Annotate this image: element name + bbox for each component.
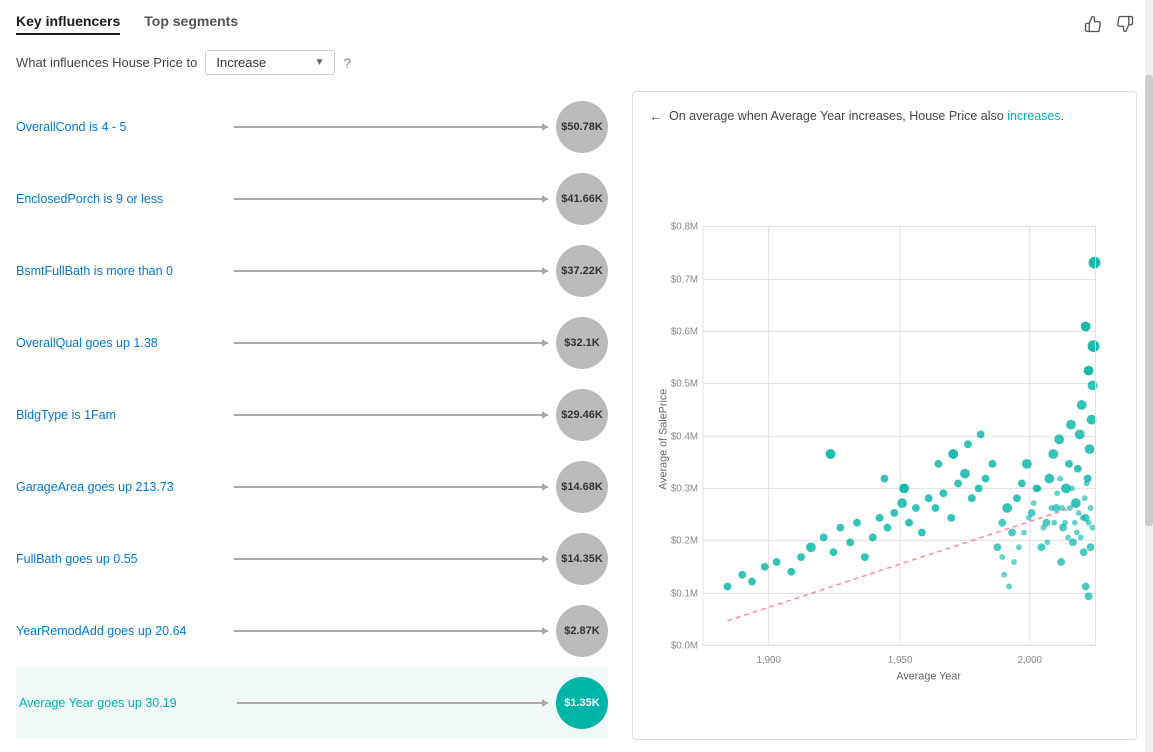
influencer-item-9[interactable]: Average Year goes up 30.19 $1.35K (16, 667, 608, 739)
svg-text:1,900: 1,900 (756, 655, 781, 666)
influencer-item-4[interactable]: OverallQual goes up 1.38 $32.1K (16, 307, 608, 379)
increase-dropdown[interactable]: Increase ▼ (205, 50, 335, 75)
influencer-label-6: GarageArea goes up 213.73 (16, 480, 226, 494)
influencer-item-6[interactable]: GarageArea goes up 213.73 $14.68K (16, 451, 608, 523)
bar-line-3 (234, 270, 548, 272)
influencer-item-1[interactable]: OverallCond is 4 - 5 $50.78K (16, 91, 608, 163)
bar-line-4 (234, 342, 548, 344)
value-badge-8: $2.87K (556, 605, 608, 657)
subtitle-row: What influences House Price to Increase … (16, 50, 1137, 75)
thumbs-down-icon[interactable] (1113, 12, 1137, 36)
svg-text:$0.2M: $0.2M (671, 535, 698, 546)
main-content: OverallCond is 4 - 5 $50.78K EnclosedPorch… (16, 91, 1137, 740)
value-badge-9: $1.35K (556, 677, 608, 729)
bar-line-1 (234, 126, 548, 128)
influencer-item-8[interactable]: YearRemodAdd goes up 20.64 $2.87K (16, 595, 608, 667)
svg-text:$0.0M: $0.0M (671, 640, 698, 651)
svg-text:$0.3M: $0.3M (671, 483, 698, 494)
header-icons (1081, 12, 1137, 36)
influencer-label-9: Average Year goes up 30.19 (19, 696, 229, 710)
bar-line-8 (234, 630, 548, 632)
svg-text:$0.8M: $0.8M (671, 221, 698, 232)
bar-line-7 (234, 558, 548, 560)
chart-description: On average when Average Year increases, … (669, 109, 1064, 123)
bar-line-2 (234, 198, 548, 200)
subtitle-prefix: What influences House Price to (16, 55, 197, 70)
dropdown-value: Increase (216, 55, 266, 70)
chart-back-button[interactable]: ← On average when Average Year increases… (649, 108, 1120, 124)
bar-line-5 (234, 414, 548, 416)
svg-text:$0.5M: $0.5M (671, 378, 698, 389)
influencer-label-7: FullBath goes up 0.55 (16, 552, 226, 566)
influencer-label-2: EnclosedPorch is 9 or less (16, 192, 226, 206)
value-badge-4: $32.1K (556, 317, 608, 369)
influencers-list: OverallCond is 4 - 5 $50.78K EnclosedPorch… (16, 91, 616, 740)
value-badge-2: $41.66K (556, 173, 608, 225)
influencer-label-4: OverallQual goes up 1.38 (16, 336, 226, 350)
bar-line-9 (237, 702, 548, 704)
value-badge-5: $29.46K (556, 389, 608, 441)
influencer-label-3: BsmtFullBath is more than 0 (16, 264, 226, 278)
influencer-item-2[interactable]: EnclosedPorch is 9 or less $41.66K (16, 163, 608, 235)
chart-panel: ← On average when Average Year increases… (632, 91, 1137, 740)
value-badge-6: $14.68K (556, 461, 608, 513)
header: Key influencers Top segments (16, 12, 1137, 36)
svg-text:2,000: 2,000 (1017, 655, 1042, 666)
svg-text:$0.6M: $0.6M (671, 326, 698, 337)
value-badge-7: $14.35K (556, 533, 608, 585)
svg-text:Average of SalePrice: Average of SalePrice (658, 389, 670, 490)
svg-text:$0.1M: $0.1M (671, 588, 698, 599)
main-container: Key influencers Top segments What influe… (0, 0, 1153, 752)
svg-text:1,950: 1,950 (888, 655, 913, 666)
value-badge-3: $37.22K (556, 245, 608, 297)
svg-text:Average Year: Average Year (896, 671, 961, 683)
influencer-label-8: YearRemodAdd goes up 20.64 (16, 624, 226, 638)
back-arrow-icon: ← (649, 108, 663, 124)
scatter-chart: Average of SalePrice Average Year (649, 136, 1120, 723)
chevron-down-icon: ▼ (314, 57, 324, 68)
influencer-item-7[interactable]: FullBath goes up 0.55 $14.35K (16, 523, 608, 595)
value-badge-1: $50.78K (556, 101, 608, 153)
influencer-item-3[interactable]: BsmtFullBath is more than 0 $37.22K (16, 235, 608, 307)
tab-key-influencers[interactable]: Key influencers (16, 13, 120, 35)
scatter-svg: Average of SalePrice Average Year (649, 136, 1120, 723)
influencer-item-5[interactable]: BldgType is 1Fam $29.46K (16, 379, 608, 451)
influencer-label-5: BldgType is 1Fam (16, 408, 226, 422)
influencer-label-1: OverallCond is 4 - 5 (16, 120, 226, 134)
tab-top-segments[interactable]: Top segments (144, 13, 238, 35)
svg-text:$0.7M: $0.7M (671, 274, 698, 285)
thumbs-up-icon[interactable] (1081, 12, 1105, 36)
svg-text:$0.4M: $0.4M (671, 431, 698, 442)
tab-bar: Key influencers Top segments (16, 13, 238, 35)
help-icon[interactable]: ? (343, 55, 351, 71)
bar-line-6 (234, 486, 548, 488)
